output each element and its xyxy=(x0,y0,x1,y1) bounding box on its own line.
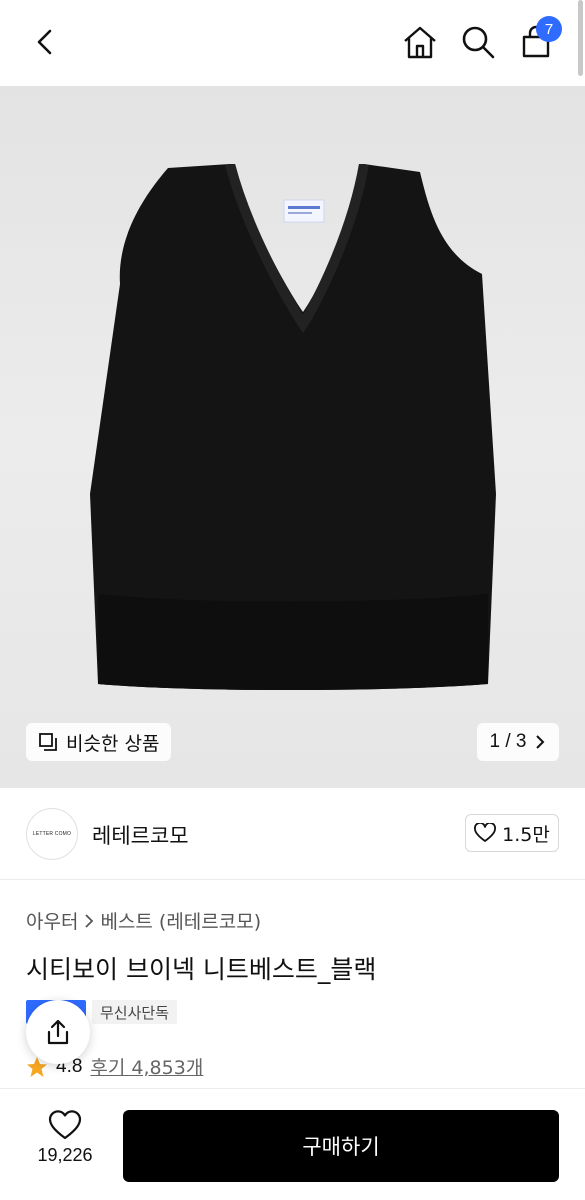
image-pager[interactable]: 1 / 3 xyxy=(477,723,559,761)
product-image xyxy=(90,164,496,690)
reviews-link[interactable]: 후기 4,853개 xyxy=(90,1053,203,1080)
copy-icon xyxy=(39,733,57,751)
breadcrumb-brand[interactable]: (레테르코모) xyxy=(159,907,261,934)
chevron-right-icon xyxy=(85,913,94,928)
cart-button[interactable]: 7 xyxy=(512,16,562,66)
similar-products-label: 비슷한 상품 xyxy=(66,732,160,755)
home-button[interactable] xyxy=(396,18,444,66)
wishlist-button[interactable]: 19,226 xyxy=(24,1109,106,1189)
share-icon xyxy=(47,1019,69,1045)
search-button[interactable] xyxy=(454,18,502,66)
top-bar: 7 xyxy=(0,0,585,86)
chevron-right-icon xyxy=(536,735,545,749)
product-image-gallery[interactable]: 비슷한 상품 1 / 3 xyxy=(0,86,585,788)
back-button[interactable] xyxy=(22,18,70,66)
breadcrumb-category[interactable]: 아우터 xyxy=(26,907,78,934)
brand-like-button[interactable]: 1.5만 xyxy=(465,814,559,852)
brand-like-count: 1.5만 xyxy=(502,823,550,846)
brand-logo[interactable]: LETTER COMO xyxy=(26,808,78,860)
breadcrumb: 아우터 베스트 (레테르코모) xyxy=(26,907,261,934)
bottom-action-bar: 19,226 구매하기 xyxy=(0,1088,585,1200)
badge-exclusive: 무신사단독 xyxy=(92,1000,178,1024)
heart-icon xyxy=(48,1110,82,1140)
back-icon xyxy=(37,29,52,55)
home-icon xyxy=(404,26,436,59)
buy-button[interactable]: 구매하기 xyxy=(123,1110,559,1182)
pager-text: 1 / 3 xyxy=(489,731,527,752)
cart-count-badge: 7 xyxy=(536,16,562,42)
share-button[interactable] xyxy=(26,1000,90,1064)
wishlist-count: 19,226 xyxy=(37,1145,93,1165)
search-icon xyxy=(462,26,495,59)
product-title: 시티보이 브이넥 니트베스트_블랙 xyxy=(26,955,377,984)
heart-icon xyxy=(474,823,497,842)
breadcrumb-subcategory[interactable]: 베스트 xyxy=(100,907,152,934)
brand-logo-text: LETTER COMO xyxy=(32,831,72,837)
brand-name[interactable]: 레테르코모 xyxy=(92,820,189,850)
scrollbar[interactable] xyxy=(578,0,583,76)
brand-row: LETTER COMO 레테르코모 1.5만 xyxy=(0,788,585,880)
similar-products-button[interactable]: 비슷한 상품 xyxy=(26,723,172,761)
